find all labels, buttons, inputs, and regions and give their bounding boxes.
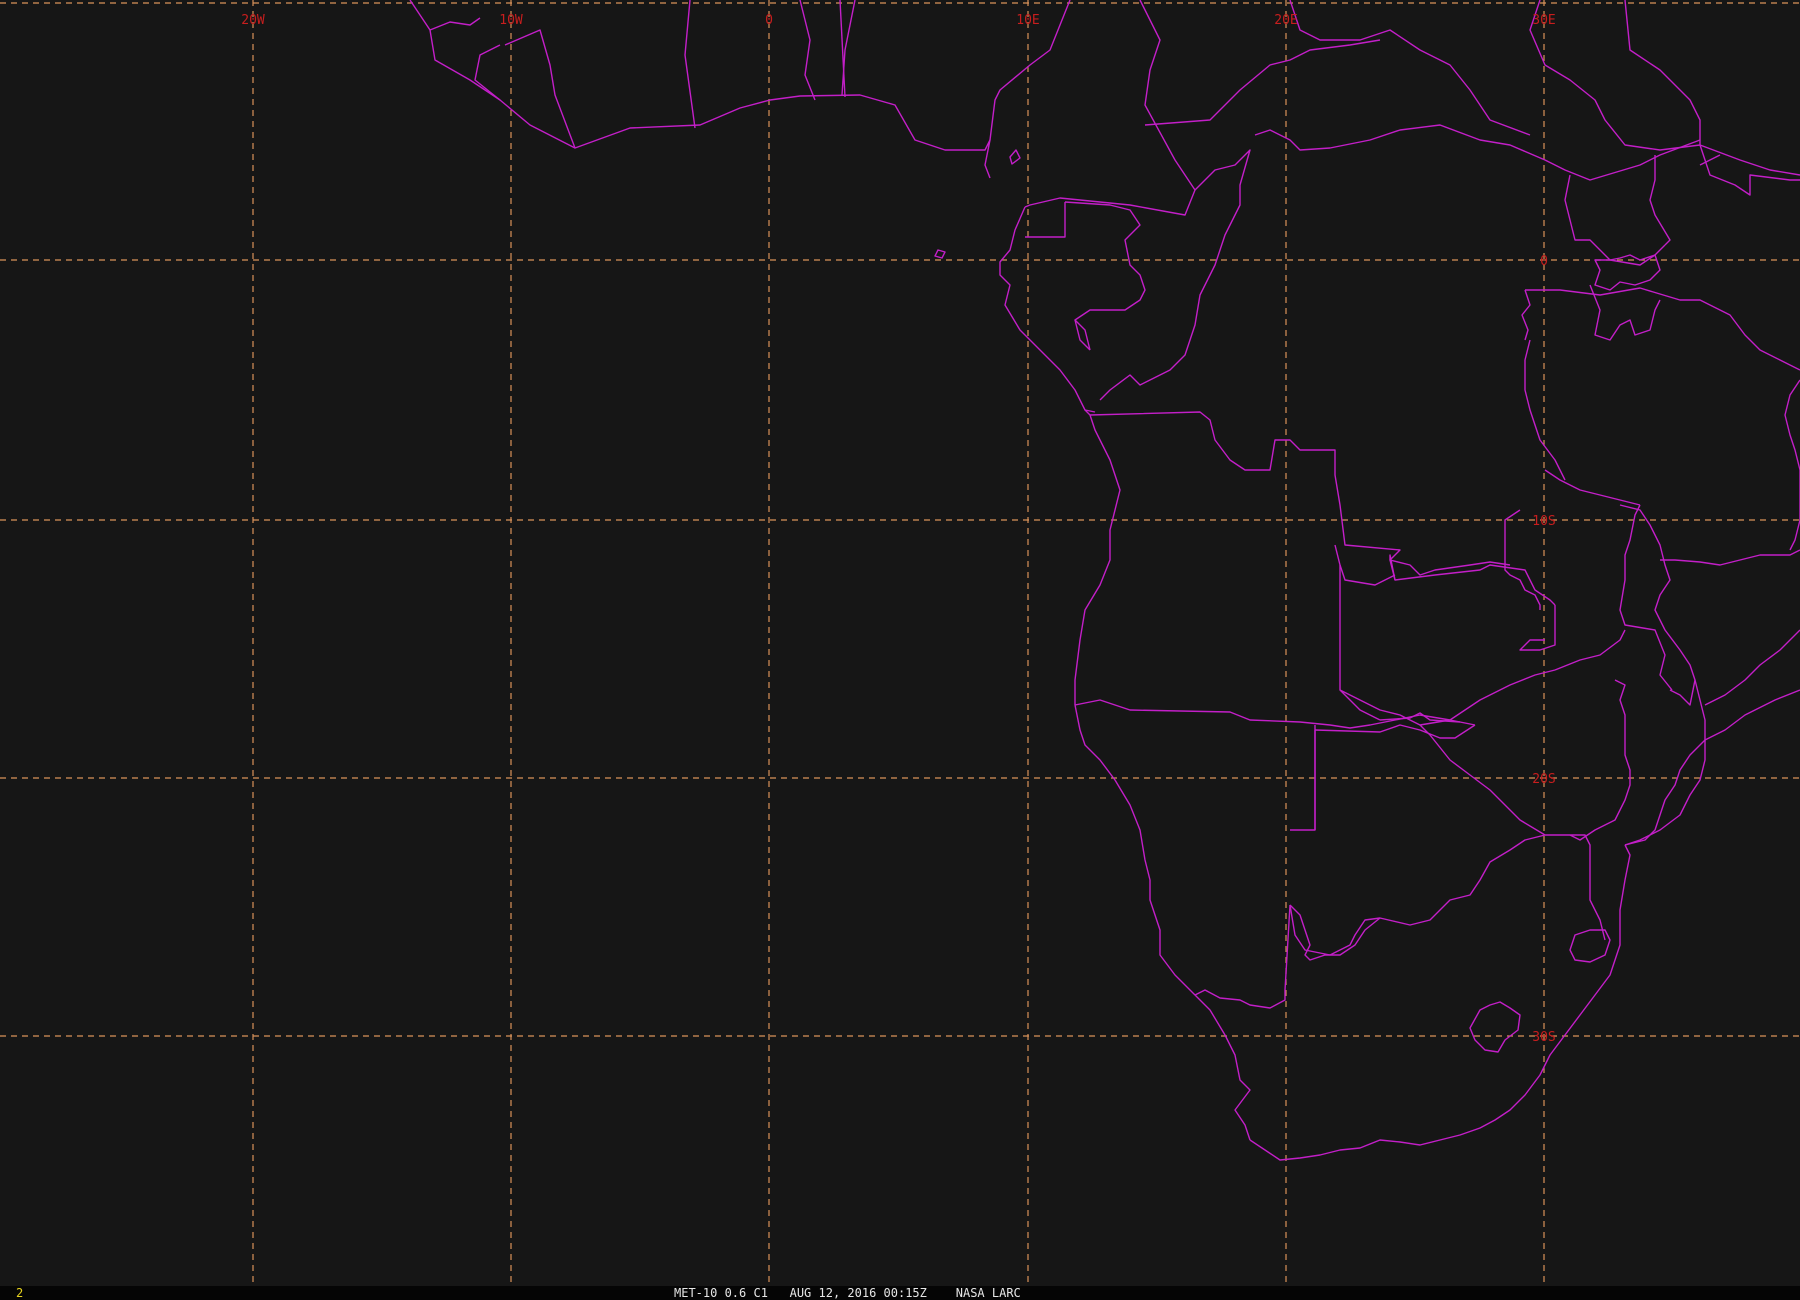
border-congo-drc xyxy=(1099,149,1251,401)
graticule xyxy=(0,0,1800,1286)
coast-tanzania xyxy=(1789,470,1800,551)
border-sa-limpopo xyxy=(1570,834,1606,941)
country-boundaries xyxy=(409,0,1800,1161)
border-car-south xyxy=(1144,39,1381,126)
border-angola-east xyxy=(1339,565,1381,721)
border-car-chad xyxy=(1289,0,1531,136)
border-south-sudan xyxy=(1699,144,1800,196)
border-zim-moz xyxy=(1569,679,1631,841)
border-kenya xyxy=(1649,155,1671,246)
border-ghana xyxy=(684,0,696,129)
satellite-map: 20W 10W 0 10E 20E 30E 0 10S 20S 30S xyxy=(0,0,1800,1286)
border-tanzania xyxy=(1525,287,1800,371)
border-tanzania-zambia xyxy=(1544,469,1641,506)
border-eqguinea xyxy=(1025,202,1066,238)
image-caption: MET-10 0.6 C1 AUG 12, 2016 00:15Z NASA L… xyxy=(674,1286,1021,1300)
coast-east-africa xyxy=(1704,629,1800,706)
border-namibia-north xyxy=(1074,699,1476,729)
latitude-label: 0 xyxy=(1540,254,1548,269)
longitude-label: 0 xyxy=(765,13,773,28)
longitude-label: 10E xyxy=(1016,13,1039,28)
border-angola-zambia xyxy=(1334,544,1396,586)
longitude-label: 10W xyxy=(499,13,523,28)
coast-moz xyxy=(1624,679,1706,846)
border-congo-gabon-inner xyxy=(1074,319,1091,351)
coast-southafrica xyxy=(1249,844,1631,1161)
status-bar: 2 MET-10 0.6 C1 AUG 12, 2016 00:15Z NASA… xyxy=(0,1286,1800,1300)
border-togo xyxy=(799,0,816,101)
latitude-label: 20S xyxy=(1532,772,1555,787)
latitude-label: 10S xyxy=(1532,514,1555,529)
border-rwanda xyxy=(1521,289,1531,341)
island-bioko xyxy=(934,249,946,259)
coast-gabon-congo xyxy=(999,206,1096,413)
border-cameroon-car xyxy=(1024,0,1196,216)
border-ethiopia xyxy=(1699,154,1721,166)
coast-kenya xyxy=(1784,379,1800,471)
border-zambia-moz xyxy=(1519,605,1556,651)
coast-angola xyxy=(1074,414,1121,705)
border-zim-south xyxy=(1289,834,1546,956)
graticule-labels: 20W 10W 0 10E 20E 30E 0 10S 20S 30S xyxy=(241,13,1555,1045)
coast-namibia xyxy=(1074,704,1251,1141)
border-car-congo xyxy=(1254,124,1701,181)
border-namibia-southafrica xyxy=(1194,904,1291,1009)
frame-number: 2 xyxy=(16,1286,24,1300)
longitude-label: 30E xyxy=(1532,13,1555,28)
lake-tanganyika xyxy=(1524,339,1566,481)
border-uganda xyxy=(1564,174,1666,266)
border-sudan-east xyxy=(1624,0,1701,145)
border-guinea xyxy=(429,17,481,31)
border-zambia-zim xyxy=(1554,629,1626,671)
latitude-label: 30S xyxy=(1532,1030,1555,1045)
border-lesotho xyxy=(1469,1001,1521,1053)
longitude-label: 20W xyxy=(241,13,265,28)
border-moz-north xyxy=(1624,689,1800,846)
border-angola-drc xyxy=(1084,409,1556,606)
longitude-label: 20E xyxy=(1274,13,1297,28)
island-sao-tome xyxy=(1009,149,1021,165)
border-drc-zambia xyxy=(1389,554,1511,581)
border-chad-sudan xyxy=(1529,0,1800,176)
border-malawi-west xyxy=(1619,504,1673,691)
border-moz-tanzania xyxy=(1660,549,1800,566)
west-africa-coast xyxy=(409,0,991,179)
border-uganda-tanzania xyxy=(1589,284,1661,341)
